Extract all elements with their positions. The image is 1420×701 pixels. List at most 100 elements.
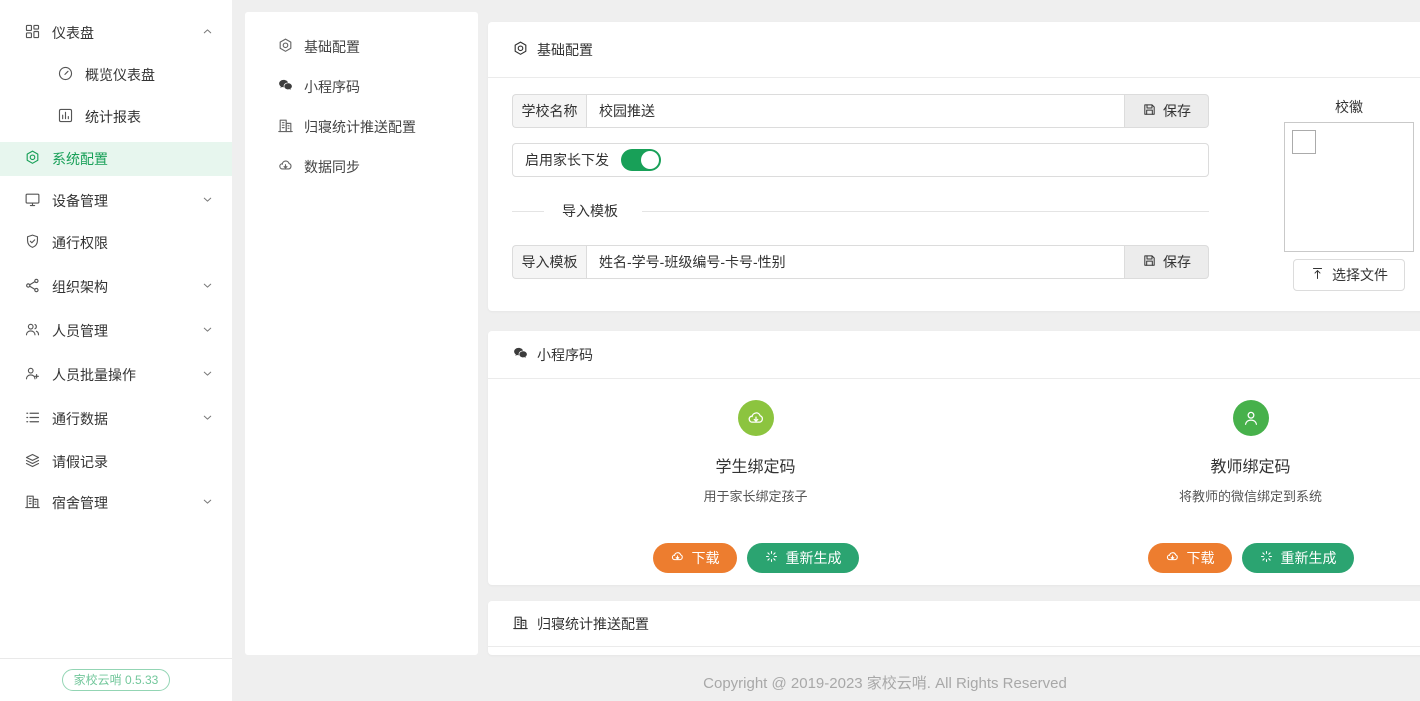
building-icon xyxy=(24,493,41,513)
sidebar-item-label: 通行权限 xyxy=(52,233,108,253)
sidebar-item-access-permission[interactable]: 通行权限 xyxy=(0,226,232,260)
sidebar-item-statistics-report[interactable]: 统计报表 xyxy=(0,100,232,134)
anchor-item-label: 归寝统计推送配置 xyxy=(304,117,416,137)
save-icon xyxy=(1142,253,1157,271)
choose-file-button[interactable]: 选择文件 xyxy=(1293,259,1405,291)
chevron-down-icon xyxy=(201,279,214,295)
sidebar-item-label: 人员管理 xyxy=(52,321,108,341)
sidebar-item-label: 系统配置 xyxy=(52,149,108,169)
import-template-divider: 导入模板 xyxy=(512,211,1209,212)
card-title: 基础配置 xyxy=(537,40,593,60)
chevron-up-icon xyxy=(201,25,214,41)
layers-icon xyxy=(24,452,41,472)
sidebar-item-label: 统计报表 xyxy=(85,107,141,127)
building-icon xyxy=(277,117,294,137)
cloud-download-icon xyxy=(670,549,685,567)
app-window: 仪表盘 概览仪表盘 统计报表 系统配置 设备管理 通行 xyxy=(0,0,1420,701)
anchor-item-label: 小程序码 xyxy=(304,77,360,97)
cloud-download-icon xyxy=(1165,549,1180,567)
sidebar-item-label: 宿舍管理 xyxy=(52,493,108,513)
dorm-push-config-card-header: 归寝统计推送配置 xyxy=(488,601,1420,647)
sidebar-item-dormitory-management[interactable]: 宿舍管理 xyxy=(0,486,232,520)
save-icon xyxy=(1142,102,1157,120)
sidebar-item-overview-dashboard[interactable]: 概览仪表盘 xyxy=(0,58,232,92)
bar-chart-icon xyxy=(57,107,74,127)
person-icon xyxy=(1233,400,1269,436)
sidebar-item-leave-records[interactable]: 请假记录 xyxy=(0,445,232,479)
sidebar-item-dashboard[interactable]: 仪表盘 xyxy=(0,16,232,50)
sidebar-item-device-management[interactable]: 设备管理 xyxy=(0,184,232,218)
school-name-input[interactable] xyxy=(586,94,1125,128)
student-download-button[interactable]: 下载 xyxy=(653,543,737,573)
user-plus-icon xyxy=(24,365,41,385)
upload-icon xyxy=(1310,266,1325,284)
anchor-item-label: 基础配置 xyxy=(304,37,360,57)
sidebar-item-label: 请假记录 xyxy=(52,452,108,472)
student-binding-section: 学生绑定码 用于家长绑定孩子 下载 重新生成 xyxy=(508,400,1003,573)
sidebar-item-organization[interactable]: 组织架构 xyxy=(0,270,232,304)
grid-icon xyxy=(24,23,41,43)
divider-label: 导入模板 xyxy=(556,201,624,221)
anchor-item-data-sync[interactable]: 数据同步 xyxy=(245,150,478,184)
card-title: 归寝统计推送配置 xyxy=(537,614,649,634)
sidebar-item-system-config[interactable]: 系统配置 xyxy=(0,142,232,176)
sidebar-footer: 家校云哨 0.5.33 xyxy=(0,658,232,701)
parent-distribute-row: 启用家长下发 xyxy=(512,143,1209,177)
anchor-item-dorm-push-config[interactable]: 归寝统计推送配置 xyxy=(245,110,478,144)
basic-config-card-header: 基础配置 xyxy=(488,22,1420,78)
sidebar-item-label: 组织架构 xyxy=(52,277,108,297)
sidebar-item-label: 设备管理 xyxy=(52,191,108,211)
teacher-regenerate-button[interactable]: 重新生成 xyxy=(1242,543,1354,573)
anchor-menu: 基础配置 小程序码 归寝统计推送配置 数据同步 xyxy=(245,12,478,655)
main-content: 基础配置 学校名称 保存 启用家长下发 导入模板 xyxy=(488,0,1420,658)
teacher-binding-title: 教师绑定码 xyxy=(1210,453,1290,477)
import-template-row: 导入模板 保存 xyxy=(512,245,1209,279)
anchor-item-basic-config[interactable]: 基础配置 xyxy=(245,30,478,64)
list-icon xyxy=(24,409,41,429)
save-school-name-button[interactable]: 保存 xyxy=(1125,94,1209,128)
chevron-down-icon xyxy=(201,193,214,209)
chevron-down-icon xyxy=(201,367,214,383)
users-icon xyxy=(24,321,41,341)
refresh-icon xyxy=(1259,549,1274,567)
image-placeholder-icon xyxy=(1292,130,1316,154)
share-icon xyxy=(24,277,41,297)
chevron-down-icon xyxy=(201,411,214,427)
refresh-icon xyxy=(764,549,779,567)
import-template-input[interactable] xyxy=(586,245,1125,279)
dorm-push-config-card: 归寝统计推送配置 xyxy=(488,601,1420,655)
gauge-icon xyxy=(57,65,74,85)
sidebar-item-personnel-batch[interactable]: 人员批量操作 xyxy=(0,358,232,392)
sidebar-item-label: 仪表盘 xyxy=(52,23,94,43)
mini-program-code-card-header: 小程序码 xyxy=(488,331,1420,379)
wechat-icon xyxy=(512,345,529,365)
shield-icon xyxy=(24,233,41,253)
school-name-row: 学校名称 保存 xyxy=(512,94,1209,128)
version-badge: 家校云哨 0.5.33 xyxy=(62,669,171,691)
anchor-item-mini-program-code[interactable]: 小程序码 xyxy=(245,70,478,104)
basic-config-card: 基础配置 学校名称 保存 启用家长下发 导入模板 xyxy=(488,22,1420,311)
building-icon xyxy=(512,614,529,634)
sidebar-item-personnel-management[interactable]: 人员管理 xyxy=(0,314,232,348)
sidebar-item-access-data[interactable]: 通行数据 xyxy=(0,402,232,436)
student-binding-subtitle: 用于家长绑定孩子 xyxy=(703,486,807,505)
sidebar-item-label: 人员批量操作 xyxy=(52,365,136,385)
school-badge-preview xyxy=(1284,122,1414,252)
sidebar: 仪表盘 概览仪表盘 统计报表 系统配置 设备管理 通行 xyxy=(0,0,232,701)
student-regenerate-button[interactable]: 重新生成 xyxy=(747,543,859,573)
chevron-down-icon xyxy=(201,323,214,339)
parent-distribute-toggle[interactable] xyxy=(621,149,661,171)
monitor-icon xyxy=(24,191,41,211)
sidebar-item-label: 概览仪表盘 xyxy=(85,65,155,85)
cloud-download-icon xyxy=(738,400,774,436)
sidebar-item-label: 通行数据 xyxy=(52,409,108,429)
save-import-template-button[interactable]: 保存 xyxy=(1125,245,1209,279)
cloud-sync-icon xyxy=(277,157,294,177)
parent-distribute-label: 启用家长下发 xyxy=(525,150,609,170)
teacher-download-button[interactable]: 下载 xyxy=(1148,543,1232,573)
chevron-down-icon xyxy=(201,495,214,511)
teacher-binding-subtitle: 将教师的微信绑定到系统 xyxy=(1179,486,1322,505)
toggle-knob xyxy=(641,151,659,169)
gear-icon xyxy=(277,37,294,57)
anchor-item-label: 数据同步 xyxy=(304,157,360,177)
